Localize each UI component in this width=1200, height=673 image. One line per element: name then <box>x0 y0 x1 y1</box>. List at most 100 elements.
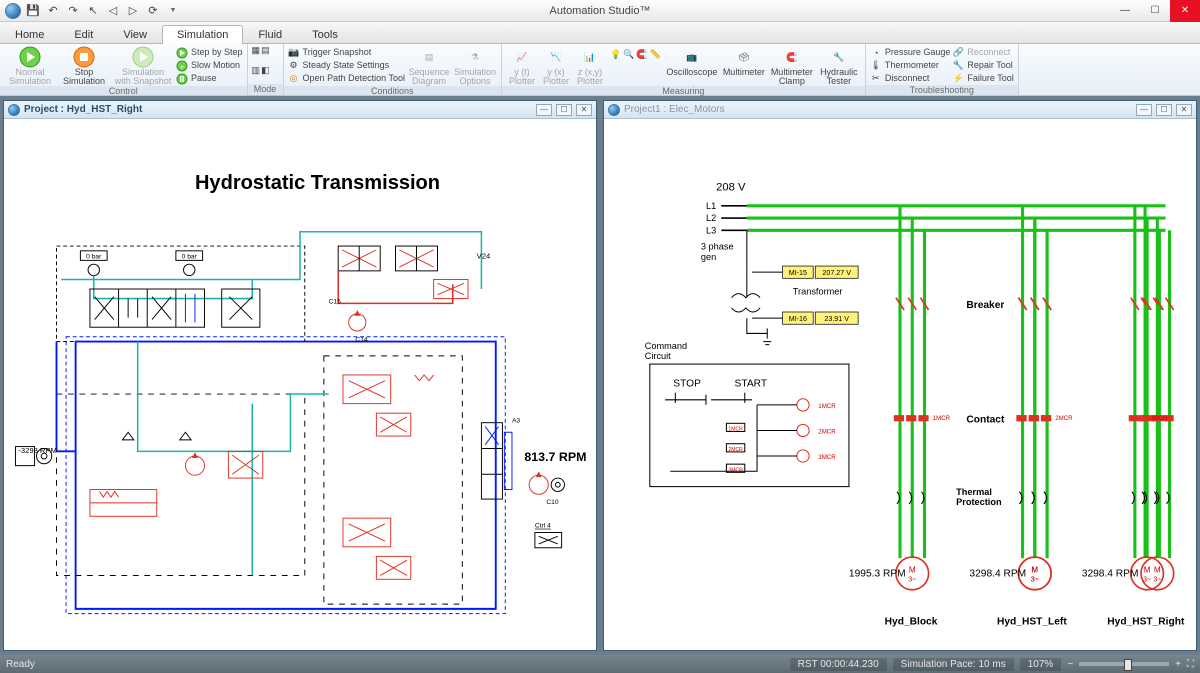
chart-icon: 📊 <box>578 47 602 67</box>
status-ready: Ready <box>6 659 35 670</box>
doc-icon <box>8 104 20 116</box>
app-title: Automation Studio™ <box>550 5 651 17</box>
svg-text:813.7 RPM: 813.7 RPM <box>524 450 586 464</box>
slow-button[interactable]: »Slow Motion <box>176 59 243 72</box>
simulation-snapshot-button[interactable]: Simulationwith Snapshot <box>112 45 174 86</box>
zoom-slider[interactable] <box>1079 662 1169 666</box>
doc-min-button[interactable]: — <box>536 104 552 116</box>
svg-text:Contact: Contact <box>966 414 1005 425</box>
maximize-button[interactable]: ☐ <box>1140 0 1170 22</box>
doc-max-button[interactable]: ☐ <box>556 104 572 116</box>
doc-close-button[interactable]: ✕ <box>576 104 592 116</box>
mode-icon[interactable]: ▦ <box>252 45 261 56</box>
mode-icon[interactable]: ▤ <box>261 45 270 56</box>
tab-simulation[interactable]: Simulation <box>162 25 243 44</box>
zoom-out-button[interactable]: − <box>1067 659 1073 670</box>
doc-max-button[interactable]: ☐ <box>1156 104 1172 116</box>
step-icon <box>176 47 188 59</box>
doc-min-button[interactable]: — <box>1136 104 1152 116</box>
simulation-options-button[interactable]: ⚗SimulationOptions <box>453 45 497 86</box>
svg-text:C14: C14 <box>355 337 368 344</box>
save-icon[interactable]: 💾 <box>24 3 42 19</box>
svg-text:V24: V24 <box>477 251 491 260</box>
svg-text:»: » <box>180 64 184 71</box>
nav-right-icon[interactable]: ▷ <box>124 3 142 19</box>
svg-text:1995.3 RPM: 1995.3 RPM <box>849 568 906 579</box>
plotter-z-button[interactable]: 📊z (x,y)Plotter <box>574 45 606 86</box>
status-rst: RST 00:00:44.230 <box>790 658 887 671</box>
svg-text:207.27 V: 207.27 V <box>822 269 851 277</box>
stop-icon <box>72 47 96 67</box>
hydraulic-canvas[interactable]: Hydrostatic Transmission 0 bar 0 bar <box>4 119 596 650</box>
document-header-right: Project1 : Elec_Motors — ☐ ✕ <box>604 101 1196 119</box>
hydraulic-tester-button[interactable]: 🔧HydraulicTester <box>817 45 861 86</box>
tab-tools[interactable]: Tools <box>297 25 353 44</box>
tab-fluid[interactable]: Fluid <box>243 25 297 44</box>
camera-icon: 📷 <box>288 47 300 59</box>
steady-state-button[interactable]: ⚙Steady State Settings <box>288 59 405 72</box>
electrical-canvas[interactable]: 208 V L1 L2 L3 3 phasegen MI-15207.27 V … <box>604 119 1196 650</box>
stop-simulation-button[interactable]: StopSimulation <box>58 45 110 86</box>
tool-icon[interactable]: 📏 <box>650 49 661 60</box>
clamp-icon: 🧲 <box>780 47 804 67</box>
path-icon: ◎ <box>288 73 300 85</box>
sequence-diagram-button[interactable]: ▤SequenceDiagram <box>407 45 451 86</box>
step-button[interactable]: Step by Step <box>176 46 243 59</box>
svg-text:Hyd_HST_Right: Hyd_HST_Right <box>1107 616 1185 627</box>
redo-icon[interactable]: ↷ <box>64 3 82 19</box>
chart-icon: 📈 <box>510 47 534 67</box>
disconnect-button[interactable]: ✂Disconnect <box>870 72 951 85</box>
pause-button[interactable]: Pause <box>176 72 243 85</box>
mode-icon[interactable]: ◧ <box>261 65 270 76</box>
ribbon-group-mode: ▦ ▤ ▥ ◧ Mode <box>248 44 284 95</box>
wrench-icon: 🔧 <box>952 60 964 72</box>
tab-edit[interactable]: Edit <box>59 25 108 44</box>
nav-left-icon[interactable]: ◁ <box>104 3 122 19</box>
plotter-yt-button[interactable]: 📈y (t)Plotter <box>506 45 538 86</box>
trigger-snapshot-button[interactable]: 📷Trigger Snapshot <box>288 46 405 59</box>
zoom-in-button[interactable]: + <box>1175 659 1181 670</box>
svg-text:ThermalProtection: ThermalProtection <box>956 487 1002 507</box>
repair-tool-button[interactable]: 🔧Repair Tool <box>952 59 1013 72</box>
play-snapshot-icon <box>131 47 155 67</box>
reconnect-button[interactable]: 🔗Reconnect <box>952 46 1013 59</box>
tool-icon[interactable]: 🧲 <box>636 49 647 60</box>
doc-close-button[interactable]: ✕ <box>1176 104 1192 116</box>
svg-text:2MCR: 2MCR <box>1055 415 1073 422</box>
svg-text:L3: L3 <box>706 225 716 235</box>
svg-text:3MCR: 3MCR <box>1150 415 1168 422</box>
tool-icon[interactable]: 💡 <box>610 49 621 60</box>
window-controls: — ☐ ✕ <box>1110 0 1200 22</box>
tab-home[interactable]: Home <box>0 25 59 44</box>
minimize-button[interactable]: — <box>1110 0 1140 22</box>
svg-text:3298.4 RPM: 3298.4 RPM <box>969 568 1026 579</box>
svg-text:M: M <box>1031 565 1038 574</box>
play-icon <box>18 47 42 67</box>
failure-tool-button[interactable]: ⚡Failure Tool <box>952 72 1013 85</box>
svg-text:M: M <box>1144 565 1151 574</box>
tool-icon[interactable]: 🔍 <box>623 49 634 60</box>
multimeter-button[interactable]: 🗳Multimeter <box>721 45 767 77</box>
thermometer-button[interactable]: 🌡Thermometer <box>870 59 951 72</box>
oscilloscope-button[interactable]: 📺Oscilloscope <box>665 45 719 77</box>
tab-view[interactable]: View <box>108 25 162 44</box>
normal-simulation-button[interactable]: NormalSimulation <box>4 45 56 86</box>
pressure-gauge-button[interactable]: ◔Pressure Gauge <box>870 46 951 59</box>
close-button[interactable]: ✕ <box>1170 0 1200 22</box>
status-zoom[interactable]: 107% <box>1020 658 1062 671</box>
open-path-button[interactable]: ◎Open Path Detection Tool <box>288 72 405 85</box>
thermometer-icon: 🌡 <box>870 60 882 72</box>
fit-button[interactable]: ⛶ <box>1187 659 1194 670</box>
document-header-left: Project : Hyd_HST_Right — ☐ ✕ <box>4 101 596 119</box>
mode-icon[interactable]: ▥ <box>252 65 261 76</box>
qat-dropdown-icon[interactable]: ▼ <box>164 3 182 19</box>
undo-icon[interactable]: ↶ <box>44 3 62 19</box>
pointer-icon[interactable]: ↖ <box>84 3 102 19</box>
app-logo-icon[interactable] <box>4 3 22 19</box>
svg-text:1MCR: 1MCR <box>728 426 743 432</box>
status-bar: Ready RST 00:00:44.230 Simulation Pace: … <box>0 655 1200 673</box>
refresh-icon[interactable]: ⟳ <box>144 3 162 19</box>
multimeter-clamp-button[interactable]: 🧲MultimeterClamp <box>769 45 815 86</box>
plotter-yx-button[interactable]: 📉y (x)Plotter <box>540 45 572 86</box>
svg-text:C10: C10 <box>546 499 559 506</box>
